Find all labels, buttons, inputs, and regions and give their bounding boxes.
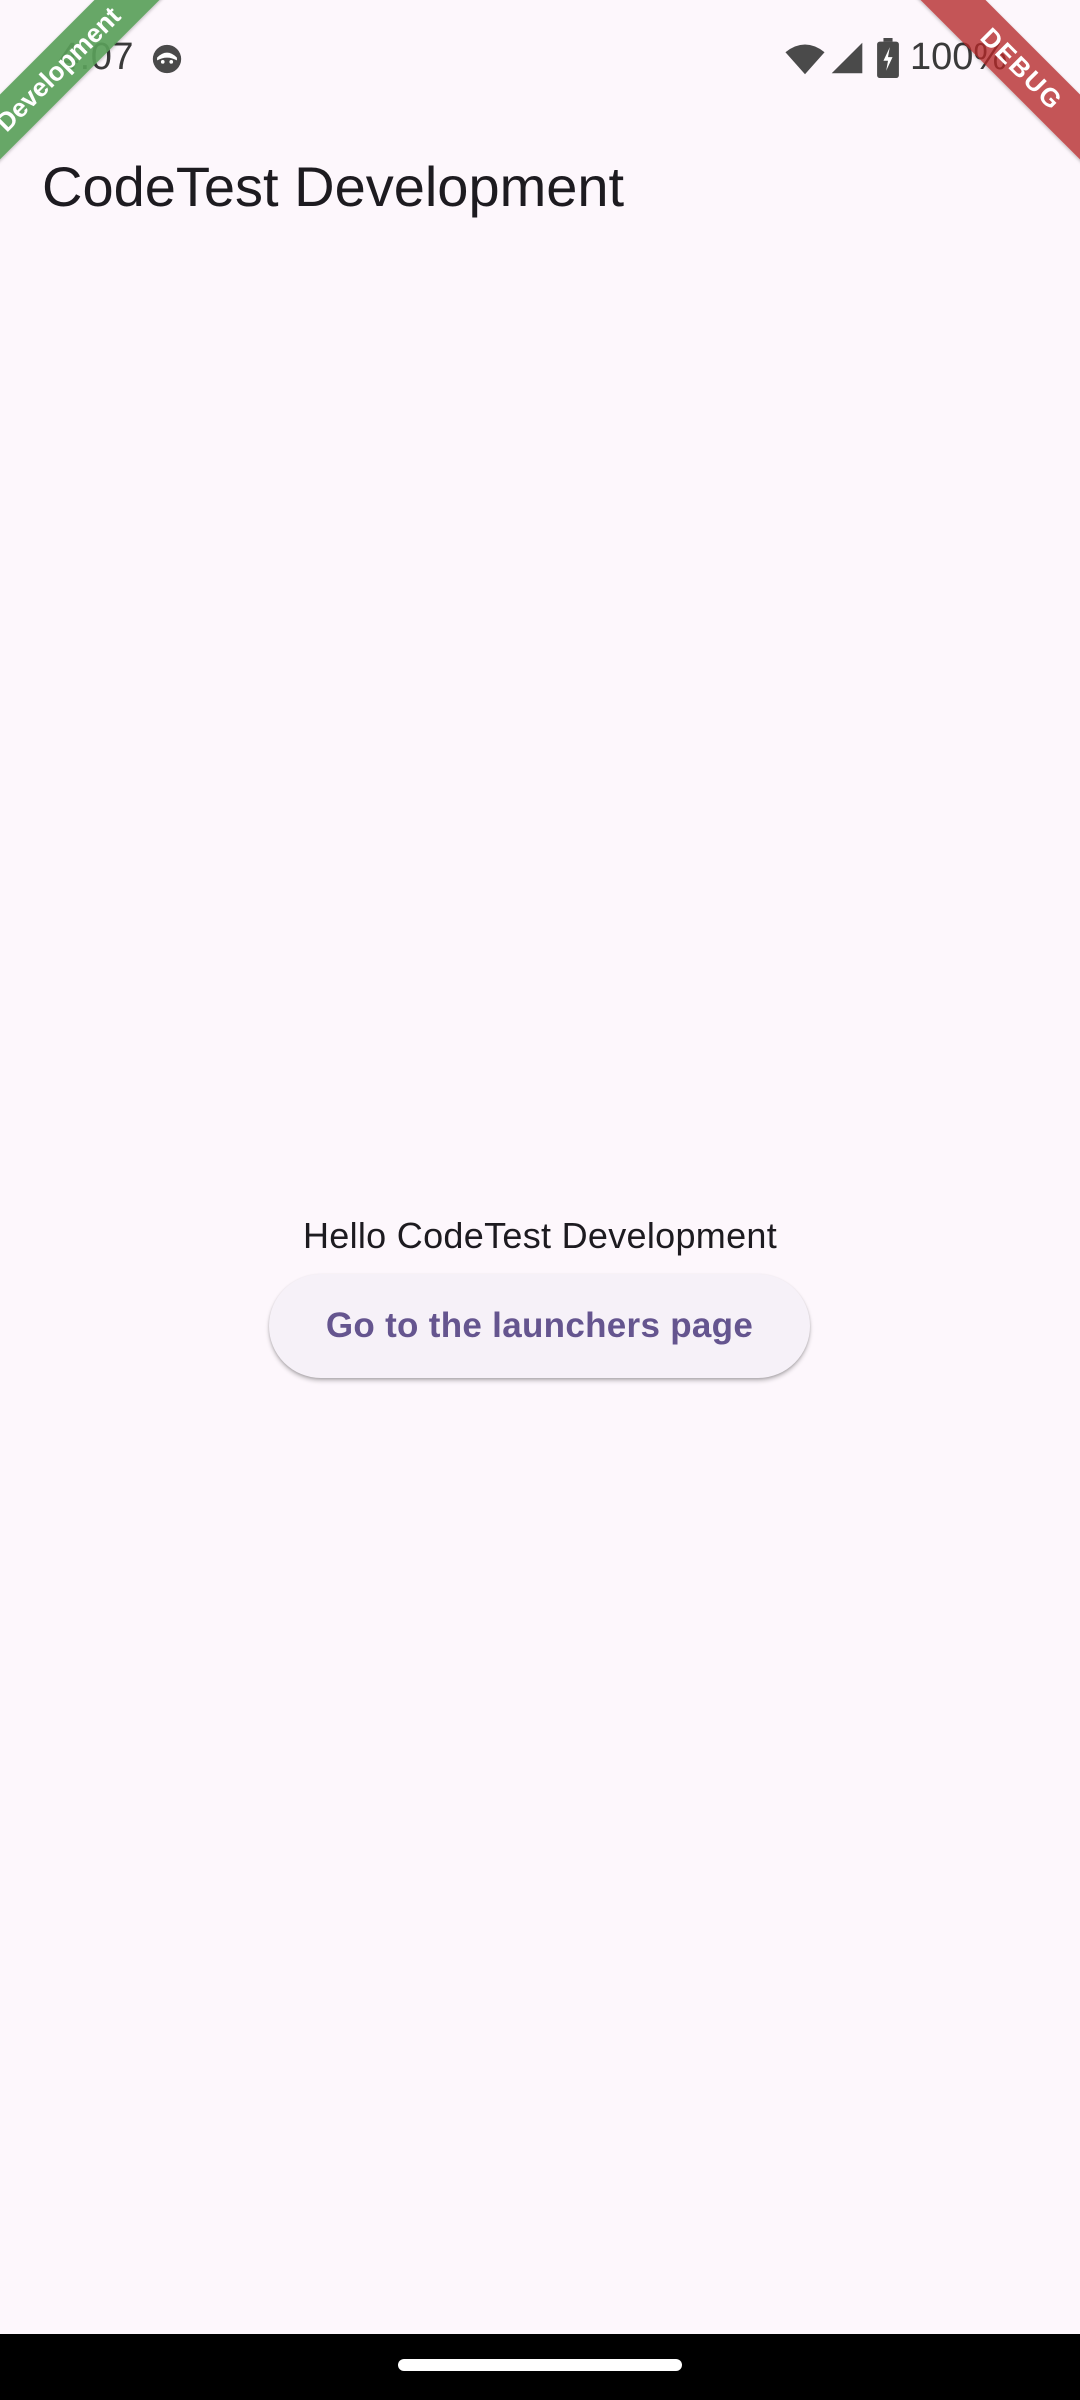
face-notification-icon [152, 44, 182, 74]
battery-charging-icon [877, 38, 899, 78]
go-to-launchers-button[interactable]: Go to the launchers page [269, 1274, 810, 1378]
status-bar: 4:07 100% [0, 0, 1080, 118]
app-bar: CodeTest Development [0, 118, 1080, 258]
app-screen: 4:07 100% CodeTest Development Hello Cod… [0, 0, 1080, 2400]
greeting-text: Hello CodeTest Development [302, 1215, 778, 1256]
navigation-bar [0, 2334, 1080, 2400]
page-title: CodeTest Development [42, 155, 625, 218]
cell-signal-icon [831, 42, 863, 74]
home-gesture-handle[interactable] [398, 2359, 682, 2371]
status-time: 4:07 [58, 36, 134, 78]
wifi-icon [785, 44, 825, 75]
greeting-container: Hello CodeTest Development [0, 1210, 1080, 1262]
battery-percentage: 100% [910, 36, 1008, 78]
